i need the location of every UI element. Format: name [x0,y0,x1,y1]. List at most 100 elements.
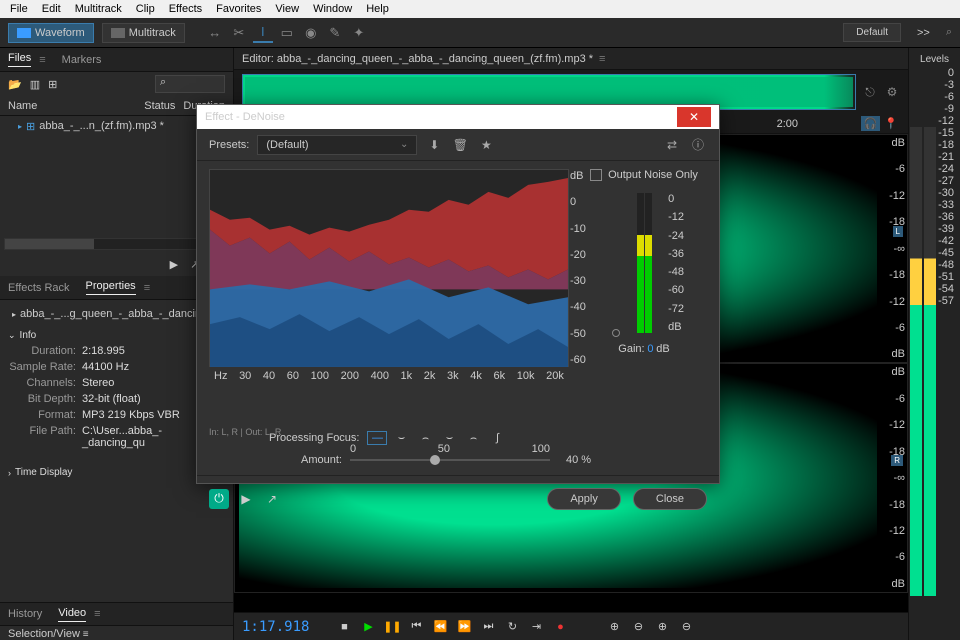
favorite-icon[interactable]: ★ [477,136,495,154]
focus-label: Processing Focus: [269,432,359,444]
editor-tab[interactable]: Editor: abba_-_dancing_queen_-_abba_-_da… [234,48,908,70]
new-file-icon[interactable]: ▥ [30,78,40,91]
output-noise-checkbox[interactable]: Output Noise Only [590,169,698,181]
tab-markers[interactable]: Markers [62,54,102,66]
record-button[interactable]: ● [551,618,569,636]
amount-row: Amount: 050100 40 % [197,449,719,471]
tool-time-select-icon[interactable]: I [253,23,273,43]
file-search-input[interactable]: ⌕ [155,75,225,93]
col-status[interactable]: Status [144,100,175,112]
overview-link-icon[interactable]: ⎋ [862,84,878,100]
slider-thumb[interactable] [430,455,440,465]
info-icon[interactable]: ⓘ [689,136,707,154]
menu-help[interactable]: Help [360,2,395,16]
mode-multitrack-button[interactable]: Multitrack [102,23,185,43]
loop-button[interactable]: ↻ [503,618,521,636]
tab-history[interactable]: History [8,608,42,620]
tool-move-icon[interactable]: ↔ [205,23,225,43]
menu-file[interactable]: File [4,2,34,16]
zoom-time-out-icon[interactable]: ⊖ [677,618,695,636]
col-name[interactable]: Name [8,100,144,112]
mode-waveform-button[interactable]: Waveform [8,23,94,43]
pin-icon[interactable]: 📍 [884,117,898,130]
channel-label-right: R [891,455,903,466]
file-name-label: abba_-_...n_(zf.fm).mp3 * [39,120,164,132]
preview-play-button[interactable]: ▶ [237,490,255,508]
levels-title: Levels [913,52,956,67]
menu-effects[interactable]: Effects [163,2,208,16]
ffwd-button[interactable]: ⏩ [455,618,473,636]
tool-marquee-icon[interactable]: ▭ [277,23,297,43]
preview-loop-button[interactable]: ↗ [263,490,281,508]
prev-button[interactable]: ⏮ [407,618,425,636]
tab-selection-view[interactable]: Selection/View ≡ [0,626,233,640]
dialog-titlebar[interactable]: Effect - DeNoise ✕ [197,105,719,129]
play-button[interactable]: ▶ [359,618,377,636]
menu-clip[interactable]: Clip [130,2,161,16]
format-value: MP3 219 Kbps VBR [82,409,180,421]
tab-files[interactable]: Files [8,52,31,67]
zoom-out-button[interactable]: ⊖ [629,618,647,636]
presets-dropdown[interactable]: (Default) [257,135,417,155]
time-display: 1:17.918 [242,619,309,635]
tab-effects-rack[interactable]: Effects Rack [8,282,70,294]
multitrack-icon [111,28,125,38]
overview-gear-icon[interactable]: ⚙ [884,84,900,100]
menu-favorites[interactable]: Favorites [210,2,267,16]
amount-value[interactable]: 40 % [566,454,591,466]
tool-lasso-icon[interactable]: ◉ [301,23,321,43]
db-scale-right: dB-6-12-18-∞-18-12-6dB [881,366,905,589]
close-button[interactable]: ✕ [677,107,711,127]
tool-spot-heal-icon[interactable]: ✦ [349,23,369,43]
menu-view[interactable]: View [269,2,305,16]
tool-razor-icon[interactable]: ✂ [229,23,249,43]
next-button[interactable]: ⏭ [479,618,497,636]
amount-slider[interactable]: 050100 [350,453,550,467]
menubar: File Edit Multitrack Clip Effects Favori… [0,0,960,18]
workspace-dropdown[interactable]: Default [843,23,901,42]
skip-button[interactable]: ⇥ [527,618,545,636]
presets-label: Presets: [209,139,249,151]
search-icon[interactable]: ⌕ [946,26,952,39]
settings-icon[interactable]: ⇄ [663,136,681,154]
open-file-icon[interactable]: 📂 [8,78,22,91]
dialog-title: Effect - DeNoise [205,111,285,123]
files-toolbar: 📂 ▥ ⊞ ⌕ [0,72,233,96]
preview-play-icon[interactable]: ▶ [170,258,178,271]
toolbar-expand-button[interactable]: >> [909,27,938,39]
tool-brush-icon[interactable]: ✎ [325,23,345,43]
zoom-time-in-icon[interactable]: ⊕ [653,618,671,636]
tab-video[interactable]: Video [58,607,86,622]
output-noise-label: Output Noise Only [608,169,698,181]
menu-window[interactable]: Window [307,2,358,16]
menu-edit[interactable]: Edit [36,2,67,16]
pause-button[interactable]: ❚❚ [383,618,401,636]
presets-row: Presets: (Default) ⬇ 🗑 ★ ⇄ ⓘ [197,129,719,161]
rewind-button[interactable]: ⏪ [431,618,449,636]
spectrum-graph[interactable]: dB0-10-20-30-40-50-60 Hz3040601002004001… [209,169,569,367]
menu-multitrack[interactable]: Multitrack [69,2,128,16]
info-header[interactable]: Info [8,324,225,343]
bottom-panel-tabs: History Video ≡ [0,602,233,626]
props-file-line: abba_-_...g_queen_-_abba_-_dancin [8,304,225,324]
vu-bar-right [645,193,652,333]
bitdepth-value: 32-bit (float) [82,393,141,405]
power-button[interactable]: ⏻ [209,489,229,509]
headphone-icon[interactable]: 🎧 [861,116,881,131]
close-dialog-button[interactable]: Close [633,488,707,510]
gain-knob[interactable] [612,329,620,337]
delete-preset-icon[interactable]: 🗑 [451,136,469,154]
amount-label: Amount: [301,454,342,466]
zoom-in-button[interactable]: ⊕ [605,618,623,636]
bitdepth-label: Bit Depth: [8,393,82,405]
srate-value: 44100 Hz [82,361,129,373]
channels-value: Stereo [82,377,114,389]
tab-properties[interactable]: Properties [86,280,136,295]
add-file-icon[interactable]: ⊞ [48,78,57,91]
duration-label: Duration: [8,345,82,357]
apply-button[interactable]: Apply [547,488,621,510]
time-display-header[interactable]: Time Display [8,461,225,480]
stop-button[interactable]: ■ [335,618,353,636]
gain-value[interactable]: 0 [647,343,653,355]
save-preset-icon[interactable]: ⬇ [425,136,443,154]
